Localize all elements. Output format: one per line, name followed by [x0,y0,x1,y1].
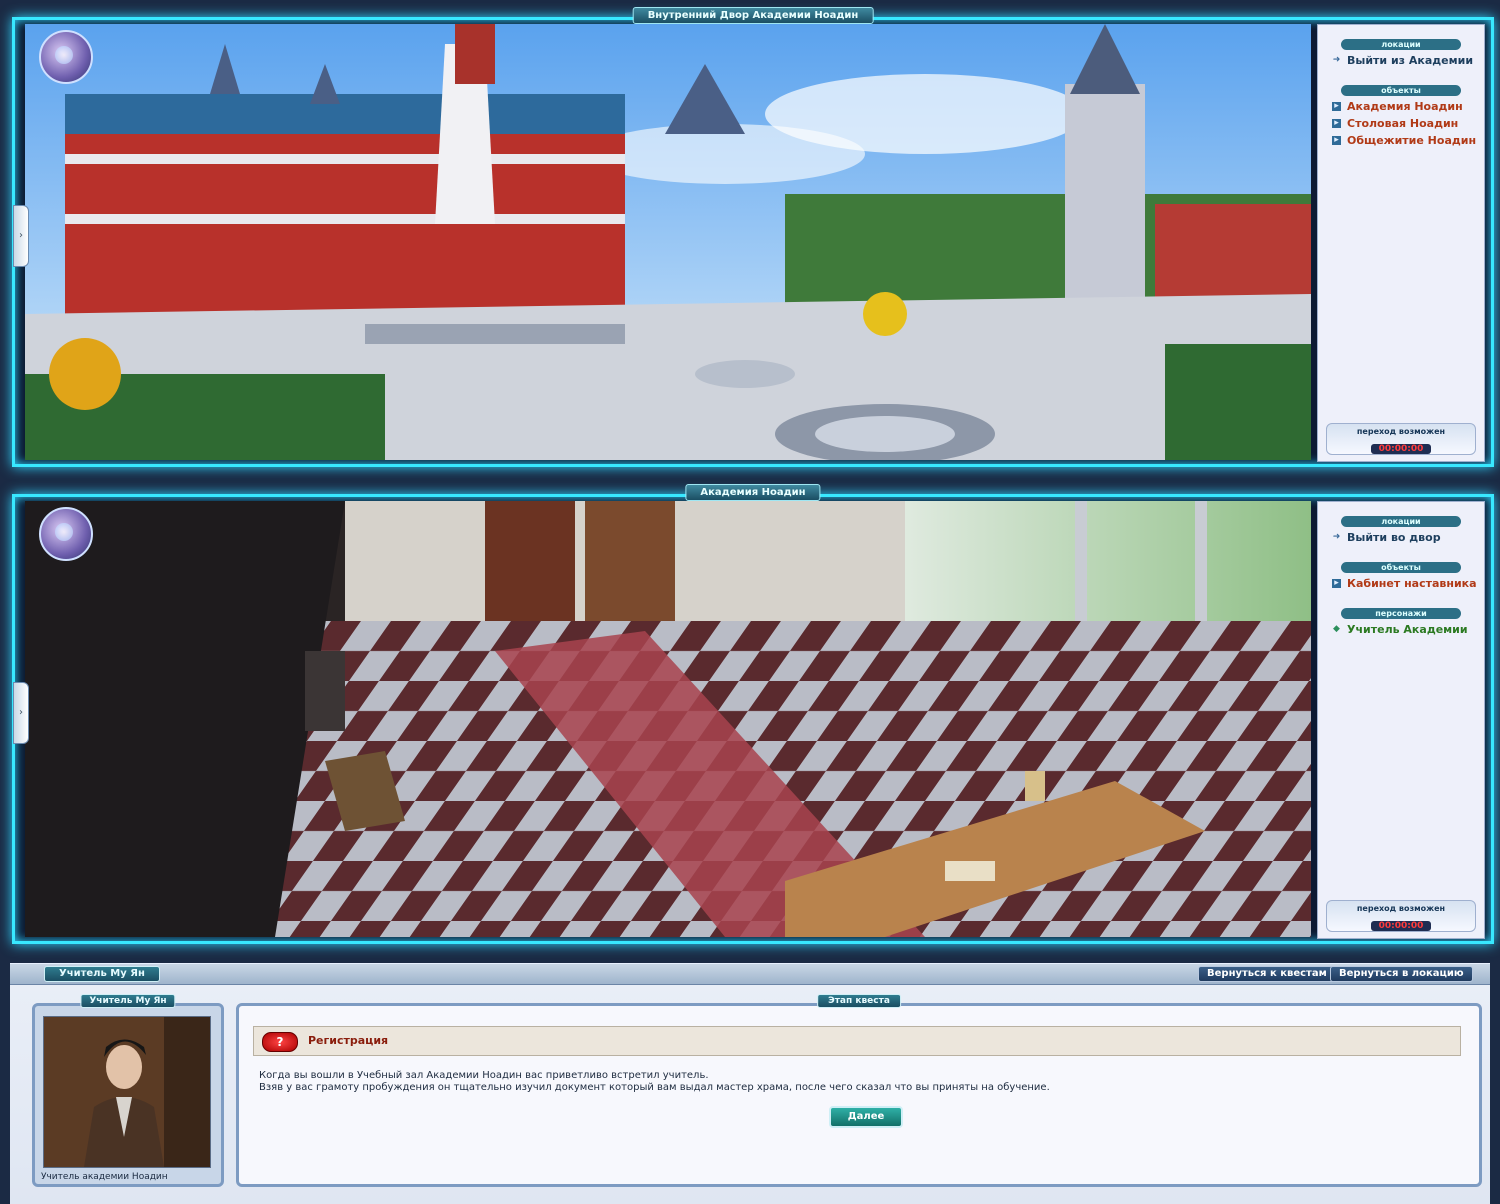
nav-dormitory-noadin[interactable]: ▸ Общежитие Ноадин [1318,132,1484,149]
nav-exit-courtyard[interactable]: ➜ Выйти во двор [1318,529,1484,546]
nav-academy-noadin[interactable]: ▸ Академия Ноадин [1318,98,1484,115]
teacher-portrait-image [44,1017,210,1167]
npc-caption: Учитель академии Ноадин [41,1172,168,1182]
location-panel-courtyard: Внутренний Двор Академии Ноадин › локаци… [12,7,1494,467]
npc-name-tab: Учитель Му Ян [80,994,176,1008]
back-to-quests-button[interactable]: Вернуться к квестам [1198,966,1336,982]
quest-text-line: Взяв у вас грамоту пробуждения он тщател… [259,1082,1050,1093]
transition-timer: 00:00:00 [1370,921,1432,931]
region-emblem-icon[interactable] [39,30,93,84]
npc-dialog-panel: Учитель Му Ян Учитель академии Ноадин Эт… [10,985,1490,1204]
nav-academy-teacher[interactable]: ◆ Учитель Академии [1318,621,1484,638]
transition-status: переход возможен 00:00:00 [1326,900,1476,932]
npc-portrait [43,1016,211,1168]
transition-label: переход возможен [1356,904,1446,913]
nav-label: Академия Ноадин [1347,100,1463,113]
question-icon: ? [262,1032,298,1052]
nav-canteen-noadin[interactable]: ▸ Столовая Ноадин [1318,115,1484,132]
arrow-icon: ➜ [1332,55,1341,65]
location-title: Внутренний Двор Академии Ноадин [632,7,874,24]
location-panel-academy: Академия Ноадин › локации ➜ Выйти во дво… [12,484,1494,944]
nav-label: Выйти во двор [1347,531,1441,544]
quest-stage-tab: Этап квеста [817,994,901,1008]
transition-timer: 00:00:00 [1370,444,1432,454]
quest-header: ? Регистрация [253,1026,1461,1056]
location-nav-menu: локации ➜ Выйти из Академии объекты ▸ Ак… [1317,24,1485,462]
collapse-arrow-icon[interactable]: › [13,682,29,744]
location-scene-view[interactable] [25,24,1311,460]
nav-exit-academy[interactable]: ➜ Выйти из Академии [1318,52,1484,69]
door-icon: ▸ [1332,579,1341,588]
menu-section-locations: локации [1341,39,1461,50]
location-scene-view[interactable] [25,501,1311,937]
next-button[interactable]: Далее [829,1106,903,1128]
nav-label: Выйти из Академии [1347,54,1474,67]
menu-section-objects: объекты [1341,85,1461,96]
nav-mentor-office[interactable]: ▸ Кабинет наставника [1318,575,1484,592]
back-to-location-button[interactable]: Вернуться в локацию [1330,966,1473,982]
door-icon: ▸ [1332,102,1341,111]
transition-status: переход возможен 00:00:00 [1326,423,1476,455]
npc-tab[interactable]: Учитель Му Ян [44,966,160,982]
quest-title: Регистрация [308,1034,389,1047]
nav-label: Столовая Ноадин [1347,117,1459,130]
arrow-icon: ➜ [1332,532,1341,542]
door-icon: ▸ [1332,119,1341,128]
academy-hall-illustration [25,501,1311,937]
character-diamond-icon: ◆ [1333,624,1340,634]
quest-stage-frame: Этап квеста ? Регистрация Когда вы вошли… [236,994,1482,1187]
collapse-arrow-icon[interactable]: › [13,205,29,267]
quest-text-line: Когда вы вошли в Учебный зал Академии Но… [259,1070,709,1081]
nav-label: Общежитие Ноадин [1347,134,1477,147]
location-nav-menu: локации ➜ Выйти во двор объекты ▸ Кабине… [1317,501,1485,939]
menu-section-characters: персонажи [1341,608,1461,619]
nav-label: Учитель Академии [1347,623,1468,636]
door-icon: ▸ [1332,136,1341,145]
courtyard-illustration [25,24,1311,460]
npc-portrait-frame: Учитель Му Ян Учитель академии Ноадин [32,994,224,1187]
region-emblem-icon[interactable] [39,507,93,561]
location-title: Академия Ноадин [685,484,821,501]
nav-label: Кабинет наставника [1347,577,1477,590]
menu-section-objects: объекты [1341,562,1461,573]
menu-section-locations: локации [1341,516,1461,527]
transition-label: переход возможен [1356,427,1446,436]
dialog-tab-bar: Учитель Му Ян Вернуться к квестам Вернут… [10,963,1490,985]
quest-description: Когда вы вошли в Учебный зал Академии Но… [259,1070,1050,1094]
